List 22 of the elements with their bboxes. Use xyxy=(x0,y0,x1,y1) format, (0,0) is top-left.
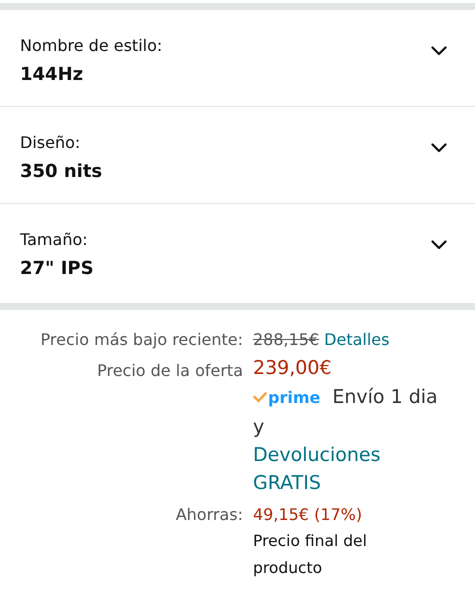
details-link[interactable]: Detalles xyxy=(324,330,390,349)
variation-selector[interactable]: Tamaño: 27" IPS xyxy=(0,204,475,300)
savings-label: Ahorras: xyxy=(174,505,243,526)
variation-value: 350 nits xyxy=(20,160,102,182)
price-label: Precio más bajo reciente: xyxy=(40,330,243,349)
variation-selector[interactable]: Diseño: 350 nits xyxy=(0,107,475,204)
old-price: 288,15€ xyxy=(253,330,320,349)
prime-logo: prime xyxy=(253,388,320,407)
variation-value: 27" IPS xyxy=(20,258,94,278)
variation-label: Nombre de estilo: xyxy=(20,36,162,54)
variation-label: Diseño: xyxy=(20,132,82,152)
check-icon xyxy=(253,392,267,403)
variation-value: 144Hz xyxy=(20,64,84,84)
returns-link[interactable]: Devoluciones GRATIS xyxy=(253,441,403,497)
delivery-text: Envío 1 dia xyxy=(332,385,438,410)
conjunction-text: y xyxy=(253,415,264,440)
variation-selector[interactable]: Nombre de estilo: 144Hz xyxy=(0,10,475,107)
price-label: Precio de la oferta xyxy=(96,361,243,382)
final-price-note: Precio final del producto xyxy=(253,531,368,579)
variation-label: Tamaño: xyxy=(20,230,89,248)
savings-amount: 49,15€ (17%) xyxy=(253,505,362,524)
offer-price: 239,00€ xyxy=(253,357,332,379)
